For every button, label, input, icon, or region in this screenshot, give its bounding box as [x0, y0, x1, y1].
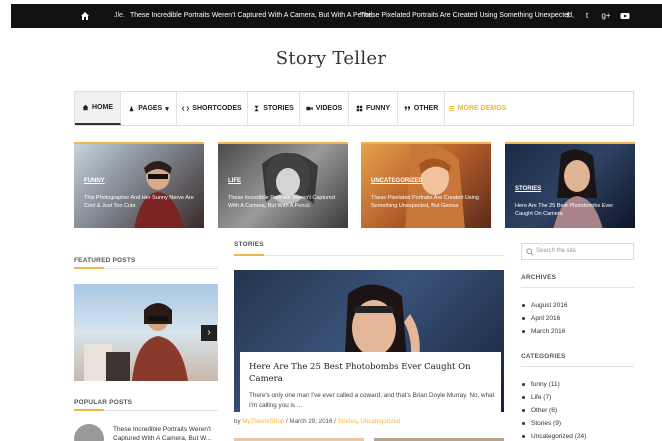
stories-heading: STORIES	[234, 241, 264, 248]
nav-label: FUNNY	[365, 105, 391, 112]
featured-category[interactable]: STORIES	[515, 186, 541, 192]
featured-card[interactable]: STORIES Here Are The 25 Best Photobombs …	[505, 142, 635, 228]
ticker-item[interactable]: These Incredible Portraits Weren't Captu…	[130, 12, 374, 19]
categories-list: funny (11) Life (7) Other (6) Stories (9…	[521, 378, 586, 441]
category-link[interactable]: funny (11)	[521, 378, 586, 391]
archives-list: August 2016 April 2016 March 2016	[521, 299, 568, 338]
main-post-excerpt: There's only one man I've ever called a …	[249, 392, 495, 409]
nav-pages[interactable]: PAGES ▾	[121, 92, 177, 125]
featured-posts-heading: FEATURED POSTS	[74, 257, 136, 264]
popular-post-thumbnail[interactable]	[74, 424, 104, 441]
main-nav: HOME PAGES ▾ SHORTCODES STORIES VIDEOS F…	[74, 91, 634, 126]
top-bar: Jle. These Incredible Portraits Weren't …	[11, 4, 662, 28]
search-placeholder: Search the site	[536, 248, 577, 254]
category-link[interactable]: Other (6)	[521, 404, 586, 417]
categories-heading: CATEGORIES	[521, 353, 566, 360]
featured-image	[74, 144, 204, 228]
code-icon	[182, 106, 190, 111]
divider	[521, 287, 634, 288]
featured-category[interactable]: UNCATEGORIZED	[371, 178, 423, 184]
featured-title[interactable]: These Incredible Portraits Weren't Captu…	[228, 194, 340, 210]
twitter-icon[interactable]: t	[582, 11, 592, 21]
nav-other[interactable]: OTHER	[398, 92, 445, 125]
nav-stories[interactable]: STORIES	[248, 92, 300, 125]
archive-link[interactable]: March 2016	[521, 325, 568, 338]
hourglass-icon	[254, 105, 259, 112]
heading-accent	[74, 267, 104, 269]
popular-post-title[interactable]: These Incredible Portraits Weren't Captu…	[113, 425, 223, 441]
ticker-label: Jle.	[114, 12, 125, 19]
nav-label: STORIES	[263, 105, 294, 112]
meta-author-link[interactable]: MyThemeShop	[242, 418, 284, 425]
nav-home[interactable]: HOME	[75, 92, 121, 125]
heading-accent	[234, 254, 264, 256]
google-plus-icon[interactable]: g+	[601, 11, 611, 21]
featured-title[interactable]: This Photographer And Her Sunny Nerve Ar…	[84, 194, 196, 210]
search-input[interactable]: Search the site	[521, 243, 634, 260]
pages-icon	[129, 105, 134, 112]
featured-title[interactable]: Here Are The 25 Best Photobombs Ever Cau…	[515, 202, 627, 218]
quote-icon	[404, 106, 410, 111]
facebook-icon[interactable]: f	[563, 11, 573, 21]
archives-heading: ARCHIVES	[521, 274, 557, 281]
archive-link[interactable]: April 2016	[521, 312, 568, 325]
category-link[interactable]: Stories (9)	[521, 417, 586, 430]
nav-shortcodes[interactable]: SHORTCODES	[177, 92, 248, 125]
caret-down-icon: ▾	[165, 105, 169, 113]
nav-funny[interactable]: FUNNY	[349, 92, 398, 125]
meta-by: by	[234, 418, 241, 425]
popular-posts-heading: POPULAR POSTS	[74, 399, 133, 406]
featured-card[interactable]: UNCATEGORIZED These Pixelated Portraits …	[361, 142, 491, 228]
nav-label: OTHER	[413, 105, 439, 112]
featured-image	[361, 144, 491, 228]
featured-category[interactable]: FUNNY	[84, 178, 105, 184]
video-icon	[306, 106, 313, 111]
heading-accent	[74, 409, 104, 411]
nav-videos[interactable]: VIDEOS	[300, 92, 349, 125]
ticker-item[interactable]: These Pixelated Portraits Are Created Us…	[360, 12, 574, 19]
nav-label: SHORTCODES	[192, 105, 242, 112]
category-link[interactable]: Life (7)	[521, 391, 586, 404]
search-icon	[526, 248, 534, 256]
grid-icon	[356, 105, 363, 112]
nav-more-demos[interactable]: MORE DEMOS	[445, 92, 509, 125]
site-title[interactable]: Story Teller	[0, 48, 662, 69]
nav-label: MORE DEMOS	[457, 105, 507, 112]
youtube-icon[interactable]	[620, 11, 630, 21]
featured-title[interactable]: These Pixelated Portraits Are Created Us…	[371, 194, 483, 210]
archive-link[interactable]: August 2016	[521, 299, 568, 312]
main-post-title[interactable]: Here Are The 25 Best Photobombs Ever Cau…	[249, 361, 494, 385]
meta-category-link[interactable]: Stories	[338, 418, 357, 425]
featured-card[interactable]: FUNNY This Photographer And Her Sunny Ne…	[74, 142, 204, 228]
featured-category[interactable]: LIFE	[228, 178, 241, 184]
category-link[interactable]: Uncategorized (24)	[521, 430, 586, 441]
nav-label: HOME	[92, 104, 113, 111]
slider-next-button[interactable]: ›	[201, 325, 217, 341]
featured-post-image[interactable]	[74, 284, 218, 381]
home-icon	[82, 104, 89, 111]
featured-card[interactable]: LIFE These Incredible Portraits Weren't …	[218, 142, 348, 228]
meta-date: March 29, 2016	[289, 418, 333, 425]
divider	[234, 255, 504, 256]
list-icon	[448, 106, 454, 112]
main-post-meta: by MyThemeShop / March 29, 2016 / Storie…	[234, 418, 401, 425]
home-icon[interactable]	[80, 11, 90, 21]
nav-label: VIDEOS	[315, 105, 343, 112]
meta-category-link[interactable]: Uncategorized	[360, 418, 400, 425]
nav-label: PAGES	[138, 105, 163, 112]
featured-image	[218, 144, 348, 228]
divider	[521, 366, 634, 367]
